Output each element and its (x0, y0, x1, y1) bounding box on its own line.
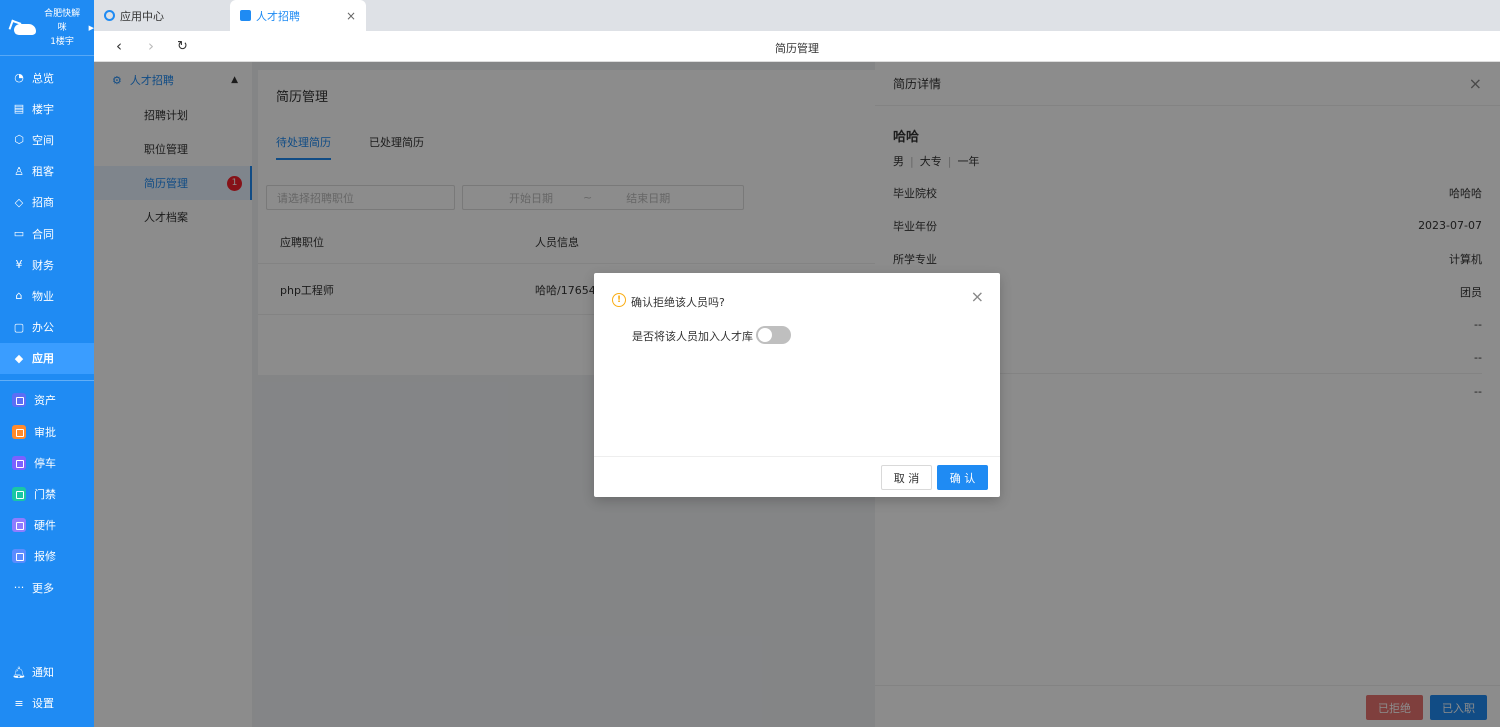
building-icon: ▤ (13, 102, 25, 116)
nav-app-repair[interactable]: 报修 (0, 541, 94, 572)
cube-icon: ⬡ (14, 133, 24, 147)
nav-item-finance[interactable]: ¥ 财务 (0, 249, 94, 280)
repair-icon (12, 549, 26, 564)
brand-switcher[interactable]: 合肥快解咪 1楼宇 ▶ (0, 0, 94, 56)
nav-item-space[interactable]: ⬡ 空间 (0, 124, 94, 155)
brand-building: 1楼宇 (50, 36, 74, 47)
dialog-footer: 取 消 确 认 (594, 456, 1000, 497)
nav-divider (0, 379, 94, 381)
left-sidebar: 合肥快解咪 1楼宇 ▶ ◔ 总览 ▤ 楼宇 ⬡ 空间 ♙ 租客 ◇ 招商 ▭ 合同 ¥ 财务 … (0, 0, 94, 727)
hardware-icon (12, 518, 26, 533)
assets-icon (12, 393, 26, 408)
parking-icon (12, 455, 26, 470)
tab-bar: 应用中心 人才招聘 × (94, 0, 1500, 31)
nav-app-access[interactable]: 门禁 (0, 478, 94, 509)
nav-item-building[interactable]: ▤ 楼宇 (0, 93, 94, 124)
brand-name: 合肥快解咪 (44, 8, 81, 33)
cancel-button[interactable]: 取 消 (881, 465, 932, 490)
tab-app-center[interactable]: 应用中心 (94, 0, 230, 31)
talent-pool-label: 是否将该人员加入人才库 (632, 330, 753, 343)
monitor-icon: ▢ (13, 320, 25, 334)
tag-icon: ◇ (14, 195, 24, 209)
app-shortcuts: 资产 审批 停车 门禁 硬件 报修 ··· 更多 (0, 385, 94, 603)
page-title-bar: 简历管理 (775, 42, 819, 55)
confirm-reject-dialog: ! 确认拒绝该人员吗? × 是否将该人员加入人才库 取 消 确 认 (594, 273, 1000, 497)
nav-item-apps[interactable]: ◆ 应用 (0, 342, 94, 374)
nav-app-hardware[interactable]: 硬件 (0, 510, 94, 541)
more-dots-icon: ··· (13, 581, 25, 595)
menu-icon: ≡ (14, 696, 24, 710)
recruit-icon (240, 10, 251, 21)
bell-icon: 🔔︎ (12, 665, 26, 679)
access-control-icon (12, 487, 26, 502)
nav-app-parking[interactable]: 停车 (0, 447, 94, 478)
bottom-nav: 🔔︎ 通知 ≡ 设置 (0, 657, 94, 719)
nav-item-overview[interactable]: ◔ 总览 (0, 62, 94, 93)
nav-item-office[interactable]: ▢ 办公 (0, 312, 94, 343)
dashboard-icon: ◔ (14, 71, 24, 85)
app-center-icon (104, 10, 115, 21)
approval-icon (12, 424, 26, 439)
nav-more[interactable]: ··· 更多 (0, 572, 94, 603)
user-icon: ♙ (14, 164, 24, 178)
dialog-title: 确认拒绝该人员吗? (631, 296, 725, 309)
nav-item-settings[interactable]: ≡ 设置 (0, 688, 94, 719)
apps-cube-icon: ◆ (14, 351, 24, 365)
home-icon: ⌂ (15, 289, 23, 303)
browser-toolbar: ‹ › ↻ 简历管理 (94, 31, 1500, 62)
nav-item-leasing[interactable]: ◇ 招商 (0, 187, 94, 218)
dialog-close-icon[interactable]: × (971, 287, 984, 306)
tab-talent-recruit[interactable]: 人才招聘 × (230, 0, 366, 31)
confirm-button[interactable]: 确 认 (937, 465, 988, 490)
talent-pool-switch[interactable] (756, 326, 791, 344)
document-icon: ▭ (13, 227, 25, 241)
nav-item-notify[interactable]: 🔔︎ 通知 (0, 657, 94, 688)
nav-item-tenant[interactable]: ♙ 租客 (0, 156, 94, 187)
tab-close-icon[interactable]: × (346, 9, 356, 23)
nav-item-property[interactable]: ⌂ 物业 (0, 280, 94, 311)
whale-logo-icon (10, 19, 36, 37)
nav-app-approval[interactable]: 审批 (0, 416, 94, 447)
yen-icon: ¥ (15, 258, 23, 272)
nav-app-assets[interactable]: 资产 (0, 385, 94, 416)
warning-icon: ! (612, 293, 626, 307)
main-nav: ◔ 总览 ▤ 楼宇 ⬡ 空间 ♙ 租客 ◇ 招商 ▭ 合同 ¥ 财务 ⌂ 物业 ▢ 办公 ◆ 应用 (0, 62, 94, 374)
nav-item-contract[interactable]: ▭ 合同 (0, 218, 94, 249)
